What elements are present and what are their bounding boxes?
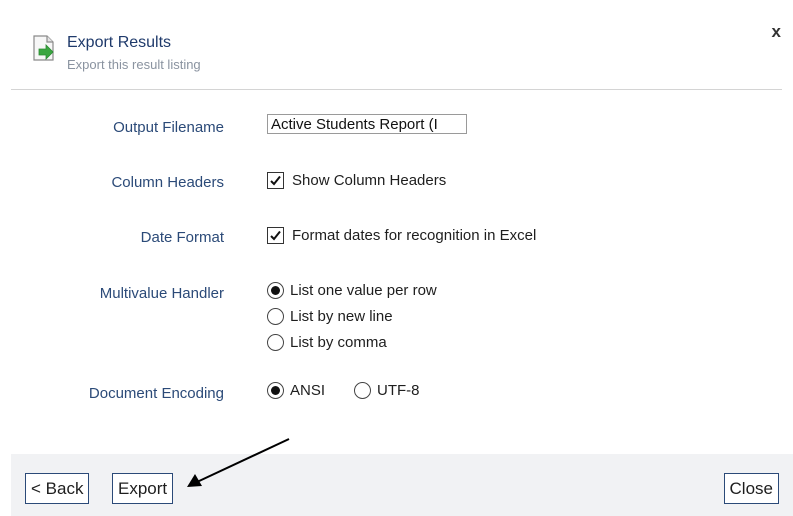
show-column-headers-option[interactable]: Show Column Headers [267, 172, 446, 189]
dialog-footer: < Back Export Close [11, 454, 793, 516]
multivalue-option-new-line[interactable]: List by new line [267, 308, 393, 325]
multivalue-radio-one-per-row[interactable] [267, 282, 284, 299]
annotation-arrow-icon [187, 438, 290, 487]
format-dates-checkbox[interactable] [267, 227, 284, 244]
multivalue-radio-comma[interactable] [267, 334, 284, 351]
dialog-subtitle: Export this result listing [67, 57, 201, 72]
multivalue-option-label: List by new line [290, 308, 393, 325]
radio-selected-dot [271, 386, 280, 395]
multivalue-handler-label: Multivalue Handler [99, 285, 224, 302]
encoding-option-label: ANSI [290, 382, 326, 399]
close-button[interactable]: Close [723, 473, 779, 504]
format-dates-option[interactable]: Format dates for recognition in Excel [267, 227, 536, 244]
document-encoding-label: Document Encoding [88, 385, 224, 402]
encoding-option-ansi[interactable]: ANSI [267, 382, 325, 399]
multivalue-radio-new-line[interactable] [267, 308, 284, 325]
output-filename-label: Output Filename [113, 119, 224, 136]
close-icon[interactable]: x [772, 22, 781, 42]
format-dates-text: Format dates for recognition in Excel [292, 227, 537, 244]
checkmark-icon [270, 230, 281, 241]
dialog-header: Export Results Export this result listin… [0, 0, 793, 90]
encoding-radio-utf8[interactable] [354, 382, 371, 399]
show-column-headers-text: Show Column Headers [292, 172, 447, 189]
dialog-title: Export Results [67, 34, 172, 51]
radio-selected-dot [271, 286, 280, 295]
encoding-option-utf8[interactable]: UTF-8 [354, 382, 420, 399]
export-document-icon [33, 35, 54, 61]
show-column-headers-checkbox[interactable] [267, 172, 284, 189]
header-divider [11, 89, 782, 90]
output-filename-input[interactable] [267, 114, 467, 134]
multivalue-option-comma[interactable]: List by comma [267, 334, 387, 351]
multivalue-option-label: List one value per row [290, 282, 437, 299]
column-headers-label: Column Headers [111, 174, 224, 191]
checkmark-icon [270, 175, 281, 186]
back-button[interactable]: < Back [25, 473, 90, 504]
multivalue-option-label: List by comma [290, 334, 387, 351]
export-button[interactable]: Export [112, 473, 174, 504]
multivalue-option-one-per-row[interactable]: List one value per row [267, 282, 437, 299]
encoding-radio-ansi[interactable] [267, 382, 284, 399]
date-format-label: Date Format [140, 229, 224, 246]
encoding-option-label: UTF-8 [377, 382, 420, 399]
